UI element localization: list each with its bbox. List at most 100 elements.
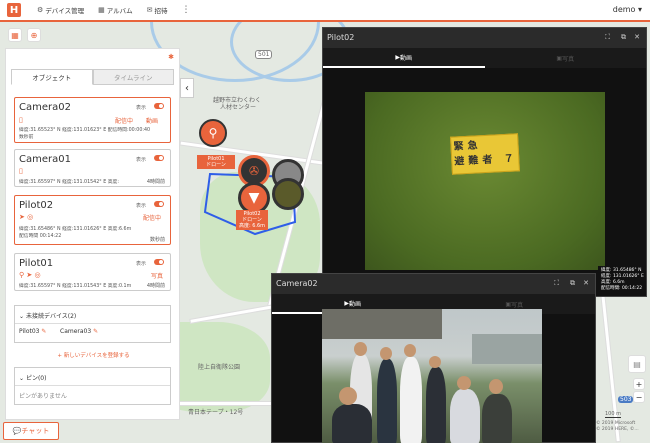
navigation-arrow-icon: ▼: [248, 190, 260, 206]
device-duration: 配信時間 00:14:22: [19, 234, 62, 239]
nav-album[interactable]: ▦ アルバム: [98, 5, 133, 15]
window-title: Camera02: [276, 279, 318, 288]
tab-objects-label: オブジェクト: [32, 74, 72, 82]
person-head: [339, 387, 357, 405]
album-icon: ▦: [98, 6, 105, 14]
display-toggle[interactable]: [154, 259, 164, 265]
window-header: Camera02: [272, 274, 595, 294]
shelter-roof: [322, 309, 442, 339]
chat-icon: 💬: [12, 427, 22, 435]
device-coords: 緯度:31.65597° N 経度:131.01542° E 高度:: [19, 180, 119, 185]
zoom-out-button[interactable]: −: [633, 391, 645, 403]
display-label: 表示: [135, 157, 146, 163]
pins-section: ⌄ ピン(0) ピンがありません: [14, 367, 171, 405]
person-head: [457, 376, 471, 390]
photo-status: 写真: [151, 273, 164, 280]
pin-marker-icon[interactable]: ⚲: [199, 119, 227, 147]
device-updated: 4時間前: [146, 283, 165, 289]
collapse-panel-button[interactable]: ‹: [180, 78, 194, 98]
app-logo[interactable]: H: [7, 3, 21, 17]
close-icon[interactable]: ✕: [583, 279, 589, 287]
device-card-pilot02[interactable]: Pilot02 表示 ➤ ◎ 配信中 緯度:31.65486° N 経度:131…: [14, 195, 171, 245]
nav-label: 招待: [154, 7, 168, 15]
layers-icon[interactable]: ▤: [628, 355, 646, 373]
tab-timeline-label: タイムライン: [113, 74, 153, 82]
device-card-pilot01[interactable]: Pilot01 表示 ⚲ ➤ ◎ 写真 緯度:31.65597° N 経度:13…: [14, 253, 171, 291]
nav-invite[interactable]: ✉ 招待: [147, 5, 168, 15]
device-coords: 緯度:31.65486° N 経度:131.01626° E 高度:6.6m: [19, 227, 132, 232]
device-card-camera01[interactable]: Camera01 表示 ▯ 緯度:31.65597° N 経度:131.0154…: [14, 149, 171, 187]
nav-device-management[interactable]: ⚙ デバイス管理: [37, 5, 84, 15]
panel-tabs: オブジェクト タイムライン: [11, 69, 174, 85]
streaming-status: 配信中: [115, 118, 134, 125]
pins-header: ピン(0): [25, 375, 47, 382]
unconnected-item[interactable]: Camera03 ✎: [60, 328, 98, 335]
gear-icon: ⚙: [37, 6, 44, 14]
road: [190, 304, 280, 323]
map-label: 人材センター: [220, 104, 257, 111]
settings-gear-icon[interactable]: ✱: [168, 53, 174, 61]
section-header[interactable]: ⌄ ピン(0): [19, 373, 46, 382]
user-menu[interactable]: demo ▾: [613, 5, 642, 14]
close-icon[interactable]: ✕: [634, 33, 640, 41]
fullscreen-icon[interactable]: ⛶: [554, 279, 559, 288]
unconnected-header: 未接続デバイス(2): [25, 313, 77, 320]
fullscreen-icon[interactable]: ⛶: [605, 33, 610, 42]
chat-button[interactable]: 💬 チャット: [3, 422, 59, 440]
display-toggle[interactable]: [154, 155, 164, 161]
person: [400, 357, 422, 443]
person-head: [380, 347, 392, 360]
device-name: Pilot02: [19, 200, 54, 211]
popout-icon[interactable]: ⧉: [570, 279, 575, 288]
device-updated: 4時間前: [146, 179, 165, 185]
streaming-status: 配信中: [143, 215, 162, 222]
more-menu-icon[interactable]: ⋮: [182, 5, 191, 15]
drone-icon: ✇: [248, 164, 260, 178]
tab-timeline[interactable]: タイムライン: [92, 69, 174, 85]
tab-photo-label: 写真: [511, 301, 524, 309]
window-header: Pilot02: [323, 28, 646, 48]
device-card-camera02[interactable]: Camera02 表示 ▯ 配信中 動画 緯度:31.65523° N 経度:1…: [14, 97, 171, 143]
tab-objects[interactable]: オブジェクト: [11, 69, 93, 85]
device-name: Pilot01: [19, 258, 54, 269]
unconnected-item[interactable]: Pilot03 ✎: [19, 328, 46, 335]
camera-video-feed[interactable]: [322, 309, 542, 443]
nav-label: デバイス管理: [45, 7, 85, 15]
display-toggle[interactable]: [154, 103, 164, 109]
scale-bar: 100 m: [605, 411, 622, 418]
chevron-down-icon: ⌄: [19, 313, 26, 320]
main-nav: ⚙ デバイス管理 ▦ アルバム ✉ 招待 ⋮: [37, 5, 191, 15]
location-pin-icon: ⚲: [208, 126, 218, 140]
person-head: [489, 379, 503, 394]
viewer-tabs: ▶ 動画 ▣ 写真: [323, 48, 646, 68]
device-coords: 緯度:31.65597° N 経度:131.01543° E 高度:0.1m: [19, 284, 132, 289]
top-bar: H ⚙ デバイス管理 ▦ アルバム ✉ 招待 ⋮ demo ▾: [0, 0, 650, 22]
section-header[interactable]: ⌄ 未接続デバイス(2): [19, 311, 76, 320]
map-copyright: © 2019 Microsoft © 2019 HERE, ©...: [596, 421, 639, 432]
display-label: 表示: [135, 261, 146, 267]
pins-empty-text: ピンがありません: [19, 393, 67, 400]
zoom-in-button[interactable]: +: [633, 378, 645, 390]
tab-photo[interactable]: ▣ 写真: [485, 48, 647, 68]
camera-thumbnail-marker[interactable]: [272, 178, 304, 210]
register-device-link[interactable]: + 新しいデバイスを登録する: [6, 351, 179, 359]
popout-icon[interactable]: ⧉: [621, 33, 626, 42]
camera-icon: ▯: [19, 167, 23, 175]
device-updated: 数秒前: [19, 135, 34, 140]
tab-video[interactable]: ▶ 動画: [323, 48, 485, 68]
pilot02-map-label: Pilot02 ドローン 高度: 6.6m: [236, 210, 268, 230]
emergency-sign: 緊急 避難者 ７: [450, 133, 520, 175]
person: [450, 389, 480, 443]
tab-video-label: 動画: [400, 54, 413, 62]
device-coords: 緯度:31.65523° N 経度:131.01623° E 配信時間:00:0…: [19, 128, 151, 133]
calendar-icon[interactable]: ▦: [8, 28, 22, 42]
unconnected-item-label: Pilot03: [19, 328, 40, 335]
chevron-down-icon: ⌄: [19, 375, 26, 382]
crosshair-icon[interactable]: ⊕: [27, 28, 41, 42]
chevron-left-icon: ‹: [185, 82, 189, 94]
route-shield: 501: [255, 50, 273, 59]
drone-video-feed[interactable]: 緊急 避難者 ７: [365, 92, 605, 270]
person: [426, 367, 446, 443]
objects-panel: ✱ オブジェクト タイムライン Camera02 表示 ▯ 配信中 動画 緯度:…: [5, 48, 180, 420]
display-toggle[interactable]: [154, 201, 164, 207]
